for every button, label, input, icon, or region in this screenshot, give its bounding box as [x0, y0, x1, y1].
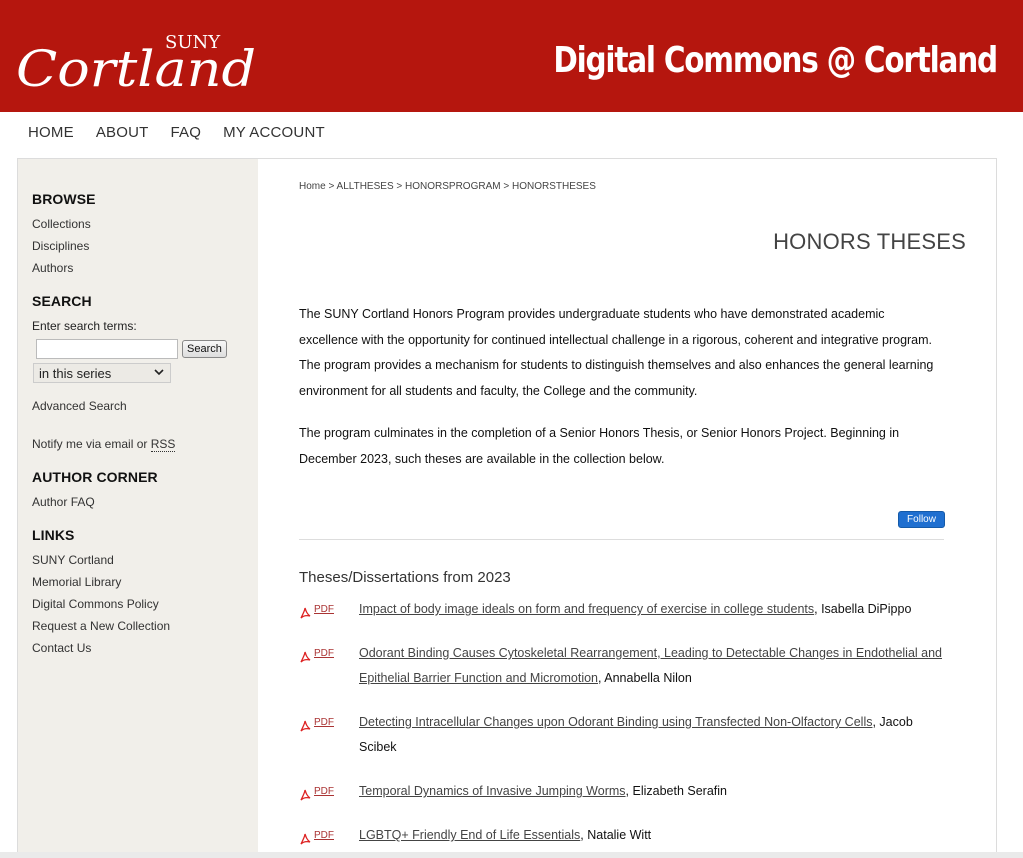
- link-contact-us[interactable]: Contact Us: [32, 641, 258, 655]
- search-button[interactable]: Search: [182, 340, 227, 358]
- search-label: Enter search terms:: [32, 319, 137, 333]
- chevron-down-icon: [154, 368, 164, 379]
- list-item: PDF Odorant Binding Causes Cytoskeletal R…: [299, 641, 944, 691]
- thesis-title-link[interactable]: Detecting Intracellular Changes upon Odo…: [359, 715, 872, 729]
- horizontal-scrollbar[interactable]: [0, 852, 1023, 858]
- list-item: PDF LGBTQ+ Friendly End of Life Essential…: [299, 823, 944, 848]
- pdf-download[interactable]: PDF: [299, 823, 359, 848]
- thesis-title-link[interactable]: LGBTQ+ Friendly End of Life Essentials: [359, 828, 580, 842]
- pdf-link[interactable]: PDF: [314, 710, 334, 735]
- list-item: PDF Impact of body image ideals on form a…: [299, 597, 944, 622]
- intro-text: The SUNY Cortland Honors Program provide…: [299, 302, 947, 489]
- item-body: Temporal Dynamics of Invasive Jumping Wo…: [359, 779, 944, 804]
- thesis-author: , Natalie Witt: [580, 828, 652, 842]
- pdf-link[interactable]: PDF: [314, 597, 334, 622]
- pdf-download[interactable]: PDF: [299, 641, 359, 691]
- pdf-download[interactable]: PDF: [299, 710, 359, 760]
- search-input[interactable]: [36, 339, 178, 359]
- pdf-icon: [299, 603, 311, 619]
- browse-heading: BROWSE: [32, 191, 96, 207]
- search-heading: SEARCH: [32, 293, 92, 309]
- logo-cortland-text: Cortland: [16, 40, 256, 96]
- theses-list: PDF Impact of body image ideals on form a…: [299, 597, 944, 858]
- follow-button[interactable]: Follow: [898, 511, 945, 528]
- nav-home[interactable]: HOME: [28, 124, 74, 146]
- site-title[interactable]: Digital Commons @ Cortland: [553, 40, 998, 81]
- link-memorial-library[interactable]: Memorial Library: [32, 575, 258, 589]
- rss-link[interactable]: RSS: [150, 437, 176, 452]
- thesis-author: , Isabella DiPippo: [814, 602, 912, 616]
- item-body: Detecting Intracellular Changes upon Odo…: [359, 710, 944, 760]
- pdf-link[interactable]: PDF: [314, 823, 334, 848]
- list-item: PDF Temporal Dynamics of Invasive Jumping…: [299, 779, 944, 804]
- pdf-download[interactable]: PDF: [299, 779, 359, 804]
- page-title: HONORS THESES: [773, 229, 966, 254]
- top-nav: HOME ABOUT FAQ MY ACCOUNT: [18, 124, 347, 146]
- author-corner-section: AUTHOR CORNER Author FAQ: [32, 469, 258, 509]
- links-heading: LINKS: [32, 527, 75, 543]
- item-body: Impact of body image ideals on form and …: [359, 597, 944, 622]
- nav-my-account[interactable]: MY ACCOUNT: [223, 124, 325, 146]
- pdf-icon: [299, 785, 311, 801]
- links-section: LINKS SUNY Cortland Memorial Library Dig…: [32, 527, 258, 655]
- breadcrumb: Home > ALLTHESES > HONORSPROGRAM > HONOR…: [299, 181, 596, 192]
- browse-authors-link[interactable]: Authors: [32, 261, 258, 275]
- suny-cortland-logo[interactable]: SUNY Cortland: [16, 28, 261, 96]
- search-row: Search: [32, 339, 258, 359]
- nav-faq[interactable]: FAQ: [171, 124, 202, 146]
- breadcrumb-sep: >: [396, 181, 403, 192]
- breadcrumb-home[interactable]: Home: [299, 181, 326, 192]
- link-request-collection[interactable]: Request a New Collection: [32, 619, 258, 633]
- thesis-title-link[interactable]: Impact of body image ideals on form and …: [359, 602, 814, 616]
- breadcrumb-honorstheses[interactable]: HONORSTHESES: [512, 181, 596, 192]
- thesis-author: , Elizabeth Serafin: [625, 784, 727, 798]
- link-digital-commons-policy[interactable]: Digital Commons Policy: [32, 597, 258, 611]
- link-suny-cortland[interactable]: SUNY Cortland: [32, 553, 258, 567]
- breadcrumb-sep: >: [503, 181, 510, 192]
- advanced-search-link[interactable]: Advanced Search: [32, 399, 258, 413]
- browse-disciplines-link[interactable]: Disciplines: [32, 239, 258, 253]
- breadcrumb-alltheses[interactable]: ALLTHESES: [337, 181, 394, 192]
- pdf-download[interactable]: PDF: [299, 597, 359, 622]
- pdf-icon: [299, 716, 311, 732]
- list-heading: Theses/Dissertations from 2023: [299, 569, 511, 586]
- site-header: SUNY Cortland Digital Commons @ Cortland: [0, 0, 1023, 112]
- author-corner-heading: AUTHOR CORNER: [32, 469, 158, 485]
- browse-collections-link[interactable]: Collections: [32, 217, 258, 231]
- list-item: PDF Detecting Intracellular Changes upon …: [299, 710, 944, 760]
- author-faq-link[interactable]: Author FAQ: [32, 495, 258, 509]
- browse-section: BROWSE Collections Disciplines Authors: [32, 191, 258, 275]
- pdf-link[interactable]: PDF: [314, 779, 334, 804]
- notify-row: Notify me via email or RSS: [32, 437, 258, 452]
- nav-about[interactable]: ABOUT: [96, 124, 149, 146]
- content-container: BROWSE Collections Disciplines Authors S…: [17, 158, 997, 858]
- sidebar: BROWSE Collections Disciplines Authors S…: [18, 159, 258, 858]
- intro-paragraph: The SUNY Cortland Honors Program provide…: [299, 307, 934, 398]
- search-scope-select[interactable]: in this series: [33, 363, 171, 383]
- notify-email-link[interactable]: Notify me via email or: [32, 437, 151, 451]
- item-body: LGBTQ+ Friendly End of Life Essentials, …: [359, 823, 944, 848]
- pdf-icon: [299, 647, 311, 663]
- pdf-link[interactable]: PDF: [314, 641, 334, 666]
- thesis-author: , Annabella Nilon: [598, 671, 692, 685]
- search-section: SEARCH Enter search terms: Search in thi…: [32, 293, 258, 452]
- divider: [299, 539, 944, 540]
- breadcrumb-honorsprogram[interactable]: HONORSPROGRAM: [405, 181, 501, 192]
- search-scope-value: in this series: [39, 365, 112, 381]
- breadcrumb-sep: >: [328, 181, 335, 192]
- item-body: Odorant Binding Causes Cytoskeletal Rear…: [359, 641, 944, 691]
- pdf-icon: [299, 829, 311, 845]
- intro-paragraph: The program culminates in the completion…: [299, 426, 900, 466]
- thesis-title-link[interactable]: Temporal Dynamics of Invasive Jumping Wo…: [359, 784, 626, 798]
